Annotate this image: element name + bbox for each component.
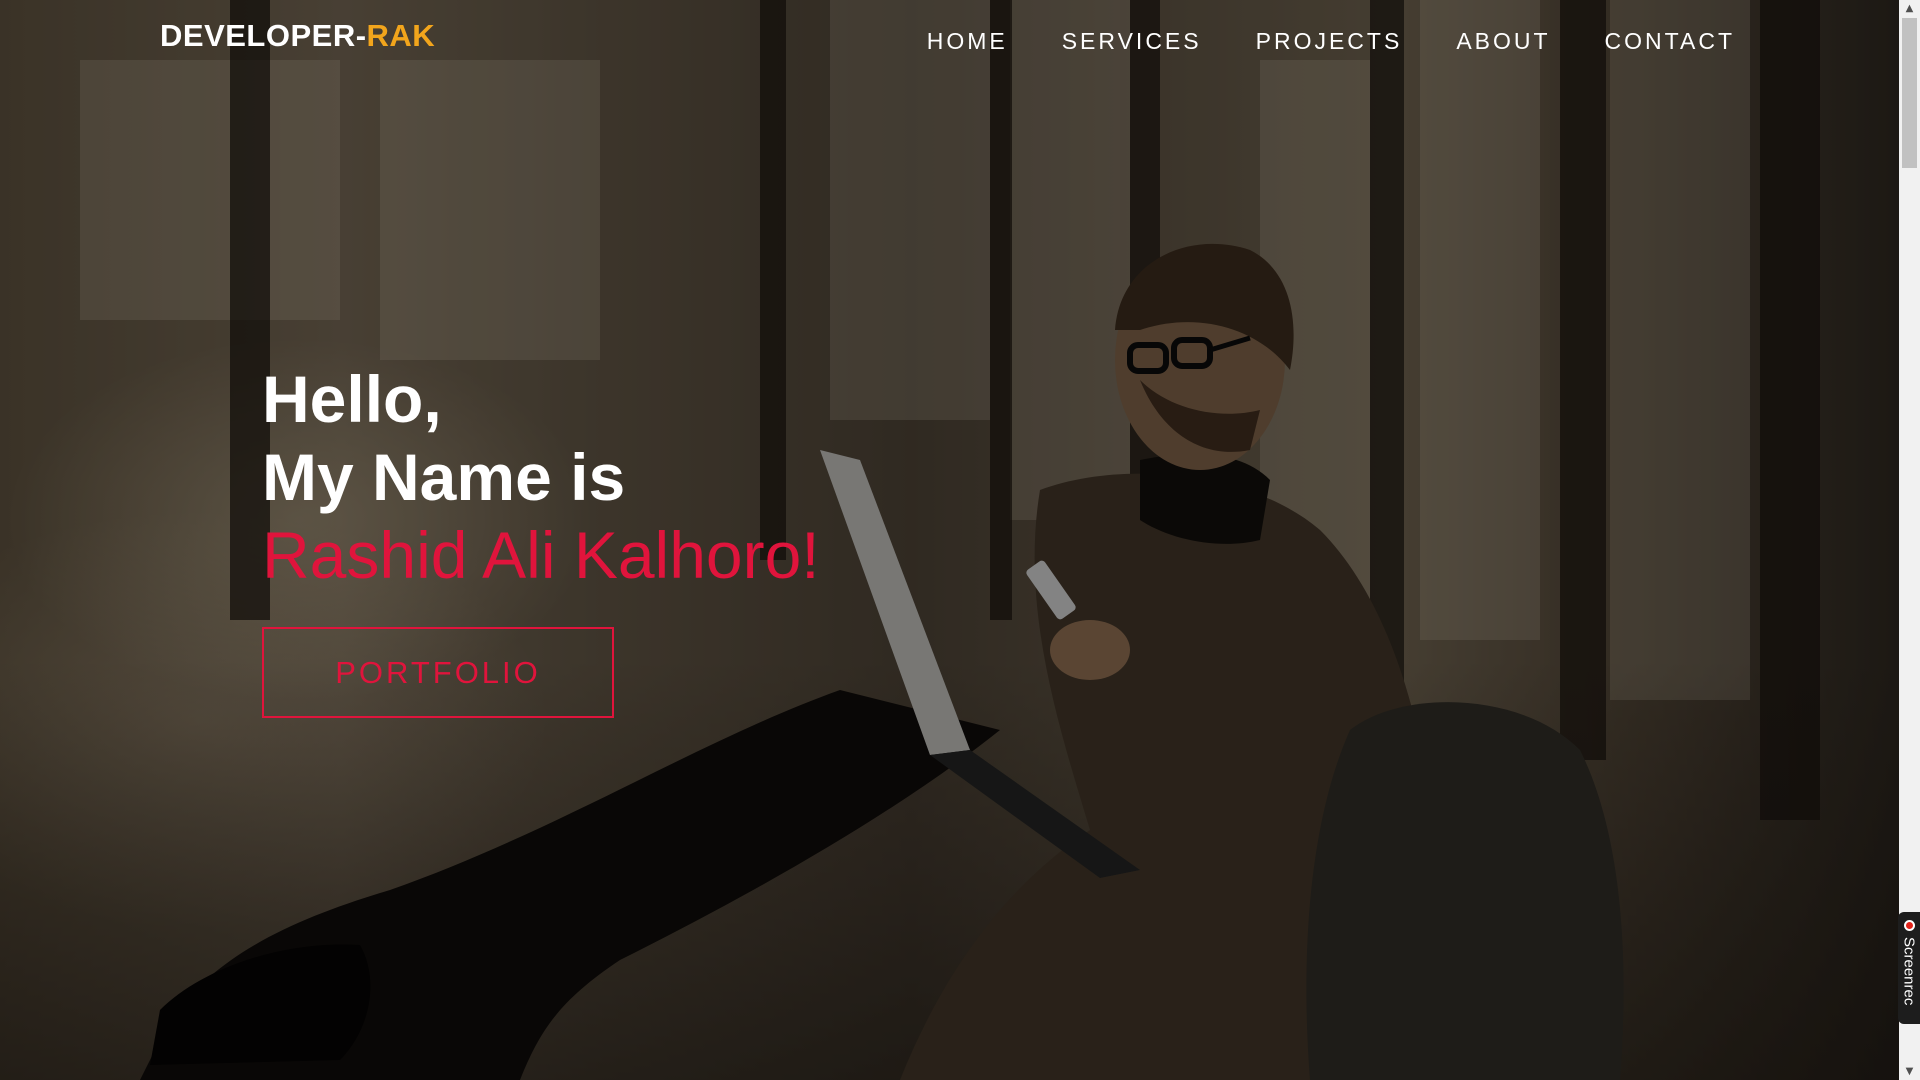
arrow-up-icon[interactable]: ▲: [1899, 0, 1920, 17]
logo-text-accent: RAK: [366, 18, 436, 53]
nav-item-projects[interactable]: PROJECTS: [1256, 28, 1403, 55]
portfolio-button[interactable]: PORTFOLIO: [262, 627, 614, 718]
nav-item-services[interactable]: SERVICES: [1062, 28, 1202, 55]
record-icon: [1903, 920, 1915, 931]
hero-heading: Hello, My Name is Rashid Ali Kalhoro!: [262, 360, 820, 594]
nav-item-about[interactable]: ABOUT: [1456, 28, 1550, 55]
hero-greeting: Hello,: [262, 362, 442, 436]
hero-name: Rashid Ali Kalhoro!: [262, 518, 820, 592]
scrollbar-thumb[interactable]: [1902, 18, 1917, 168]
arrow-down-icon[interactable]: ▼: [1899, 1063, 1920, 1080]
logo-text-primary: DEVELOPER-: [160, 18, 367, 53]
nav-item-contact[interactable]: CONTACT: [1605, 28, 1735, 55]
screenrec-label: Screenrec: [1900, 937, 1918, 1006]
screenrec-widget[interactable]: Screenrec: [1898, 912, 1920, 1024]
site-logo[interactable]: DEVELOPER-RAK: [160, 18, 435, 54]
nav-item-home[interactable]: HOME: [927, 28, 1008, 55]
page: DEVELOPER-RAK HOME SERVICES PROJECTS ABO…: [0, 0, 1920, 1080]
hero-intro: My Name is: [262, 440, 626, 514]
main-nav: HOME SERVICES PROJECTS ABOUT CONTACT: [873, 28, 1735, 55]
